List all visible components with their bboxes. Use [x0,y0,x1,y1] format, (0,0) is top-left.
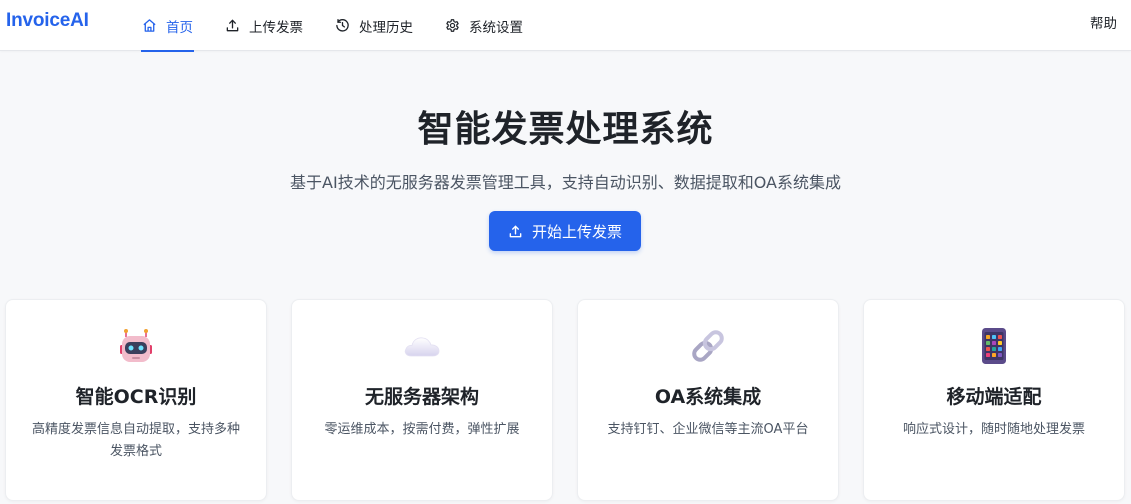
page-title: 智能发票处理系统 [417,109,714,150]
feature-description: 高精度发票信息自动提取，支持多种发票格式 [31,422,240,459]
app-logo[interactable]: InvoiceAI [6,10,89,32]
link-icon [692,330,724,362]
feature-description: 支持钉钉、企业微信等主流OA平台 [607,422,809,437]
page-subtitle: 基于AI技术的无服务器发票管理工具，支持自动识别、数据提取和OA系统集成 [290,173,841,192]
top-navbar: InvoiceAI 首页 上传发票 处理历史 系统设置 帮助 [0,0,1131,52]
robot-icon [120,329,152,362]
main-nav: 首页 上传发票 处理历史 系统设置 [141,0,554,52]
feature-title: 移动端适配 [946,386,1042,408]
start-upload-label: 开始上传发票 [531,222,622,241]
feature-description: 零运维成本，按需付费，弹性扩展 [324,422,520,437]
feature-card-serverless: 无服务器架构 零运维成本，按需付费，弹性扩展 [291,299,553,501]
nav-item-label: 上传发票 [249,19,303,36]
feature-description: 响应式设计，随时随地处理发票 [902,422,1085,437]
feature-title: 无服务器架构 [364,386,479,408]
nav-item-home[interactable]: 首页 [141,0,194,52]
nav-item-label: 处理历史 [359,19,413,36]
nav-item-settings[interactable]: 系统设置 [444,0,524,51]
history-icon [336,19,349,32]
feature-title: 智能OCR识别 [75,386,197,408]
upload-icon [226,19,239,32]
help-link[interactable]: 帮助 [1090,12,1117,32]
start-upload-button[interactable]: 开始上传发票 [489,211,641,251]
nav-item-label: 系统设置 [469,19,523,36]
feature-card-ocr: 智能OCR识别 高精度发票信息自动提取，支持多种发票格式 [5,299,267,501]
home-icon [143,19,156,32]
feature-card-mobile: 移动端适配 响应式设计，随时随地处理发票 [863,299,1125,501]
cloud-icon [404,337,440,357]
feature-card-oa: OA系统集成 支持钉钉、企业微信等主流OA平台 [577,299,839,501]
upload-icon [509,225,522,237]
nav-item-history[interactable]: 处理历史 [334,0,414,51]
feature-title: OA系统集成 [654,386,762,408]
mobile-icon [982,328,1006,364]
nav-item-upload[interactable]: 上传发票 [224,0,304,51]
gear-icon [446,19,459,32]
nav-item-label: 首页 [166,19,193,36]
